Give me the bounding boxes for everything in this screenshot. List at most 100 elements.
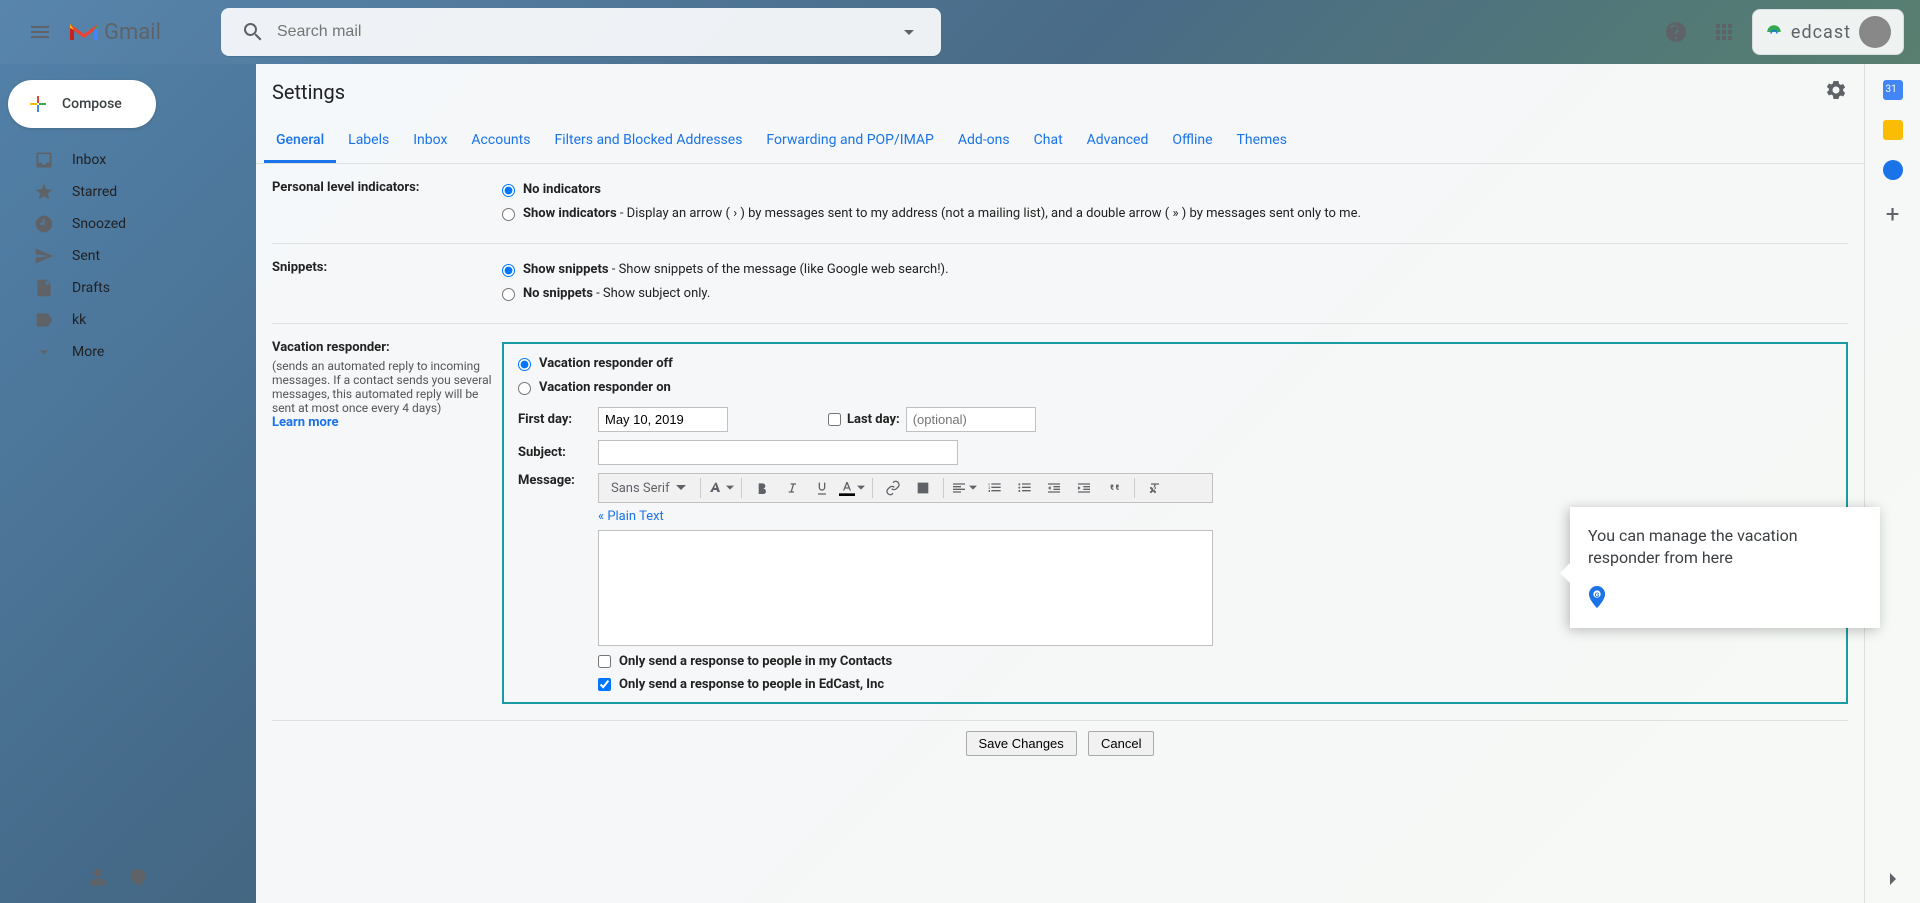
user-avatar[interactable] <box>1859 16 1891 48</box>
search-options-dropdown-icon[interactable] <box>897 20 921 44</box>
radio-description: - Display an arrow ( › ) by messages sen… <box>617 206 1361 221</box>
learn-more-link[interactable]: Learn more <box>272 415 502 430</box>
org-only-label: Only send a response to people in EdCast… <box>619 677 884 692</box>
hide-panel-button[interactable] <box>1881 867 1905 891</box>
text-color-button[interactable] <box>838 476 866 500</box>
radio-label: Vacation responder on <box>539 380 671 395</box>
tab-labels[interactable]: Labels <box>336 120 401 163</box>
calendar-addon-button[interactable] <box>1883 80 1903 100</box>
side-panel: + <box>1864 64 1920 903</box>
settings-tabs: General Labels Inbox Accounts Filters an… <box>256 120 1864 164</box>
clock-icon <box>34 214 54 234</box>
search-icon <box>241 20 265 44</box>
hangouts-icon[interactable] <box>128 867 148 887</box>
main-menu-button[interactable] <box>16 8 64 56</box>
tab-advanced[interactable]: Advanced <box>1075 120 1161 163</box>
sidebar-item-starred[interactable]: Starred <box>8 176 248 208</box>
sidebar-item-sent[interactable]: Sent <box>8 240 248 272</box>
person-icon[interactable] <box>88 867 108 887</box>
tab-chat[interactable]: Chat <box>1022 120 1075 163</box>
contacts-only-checkbox[interactable] <box>598 655 611 668</box>
radio-label: Vacation responder off <box>539 356 673 371</box>
settings-column: Settings General Labels Inbox Accounts F… <box>256 64 1864 903</box>
font-size-button[interactable] <box>707 476 735 500</box>
italic-button[interactable] <box>778 476 806 500</box>
tab-forwarding[interactable]: Forwarding and POP/IMAP <box>754 120 945 163</box>
radio-no-indicators[interactable] <box>502 184 515 197</box>
font-family-dropdown[interactable]: Sans Serif <box>603 481 694 496</box>
sidebar-item-inbox[interactable]: Inbox <box>8 144 248 176</box>
save-changes-button[interactable]: Save Changes <box>966 731 1077 756</box>
last-day-label: Last day: <box>847 412 900 427</box>
google-apps-button[interactable] <box>1704 12 1744 52</box>
gmail-m-icon <box>68 20 100 44</box>
tab-offline[interactable]: Offline <box>1160 120 1224 163</box>
numbered-list-button[interactable] <box>980 476 1008 500</box>
org-only-checkbox[interactable] <box>598 678 611 691</box>
sidebar-item-drafts[interactable]: Drafts <box>8 272 248 304</box>
bullet-list-button[interactable] <box>1010 476 1038 500</box>
search-box[interactable] <box>221 8 941 56</box>
first-day-input[interactable] <box>598 407 728 432</box>
help-icon <box>1664 20 1688 44</box>
support-button[interactable] <box>1656 12 1696 52</box>
link-icon <box>885 480 901 496</box>
sidebar-label: Inbox <box>72 152 106 168</box>
brand-box[interactable]: edcast <box>1752 9 1904 55</box>
text-size-icon <box>708 480 724 496</box>
compose-label: Compose <box>62 96 122 112</box>
radio-vacation-off[interactable] <box>518 358 531 371</box>
indent-less-icon <box>1046 480 1062 496</box>
page-title: Settings <box>272 80 345 104</box>
tasks-addon-button[interactable] <box>1883 160 1903 180</box>
tab-general[interactable]: General <box>264 120 336 163</box>
brand-text: edcast <box>1791 22 1851 43</box>
radio-vacation-on[interactable] <box>518 382 531 395</box>
subject-input[interactable] <box>598 440 958 465</box>
sidebar-item-kk[interactable]: kk <box>8 304 248 336</box>
text-color-icon <box>839 480 855 496</box>
sidebar-label: Snoozed <box>72 216 126 232</box>
align-button[interactable] <box>950 476 978 500</box>
tab-filters[interactable]: Filters and Blocked Addresses <box>542 120 754 163</box>
image-button[interactable] <box>909 476 937 500</box>
compose-button[interactable]: Compose <box>8 80 156 128</box>
brand-wifi-icon <box>1765 23 1783 41</box>
remove-formatting-button[interactable] <box>1141 476 1169 500</box>
radio-show-indicators[interactable] <box>502 208 515 221</box>
keep-addon-button[interactable] <box>1883 120 1903 140</box>
radio-no-snippets[interactable] <box>502 288 515 301</box>
last-day-checkbox[interactable] <box>828 413 841 426</box>
last-day-input[interactable] <box>906 407 1036 432</box>
setting-content: No indicators Show indicators - Display … <box>502 180 1848 227</box>
setting-personal-level: Personal level indicators: No indicators… <box>272 164 1848 244</box>
indent-less-button[interactable] <box>1040 476 1068 500</box>
tab-inbox[interactable]: Inbox <box>401 120 459 163</box>
main-area: Compose Inbox Starred Snoozed Sent Draft… <box>0 64 1920 903</box>
chevron-down-icon <box>34 342 54 362</box>
cancel-button[interactable]: Cancel <box>1088 731 1154 756</box>
tooltip-text: You can manage the vacation responder fr… <box>1588 525 1856 570</box>
quote-button[interactable] <box>1100 476 1128 500</box>
radio-label: Show snippets <box>523 262 609 277</box>
indent-more-button[interactable] <box>1070 476 1098 500</box>
sidebar-footer <box>8 863 248 895</box>
sidebar-item-more[interactable]: More <box>8 336 248 368</box>
tab-addons[interactable]: Add-ons <box>946 120 1022 163</box>
tab-themes[interactable]: Themes <box>1225 120 1299 163</box>
underline-button[interactable] <box>808 476 836 500</box>
sidebar-item-snoozed[interactable]: Snoozed <box>8 208 248 240</box>
setting-label-col: Vacation responder: (sends an automated … <box>272 340 502 704</box>
underline-icon <box>814 480 830 496</box>
plain-text-link[interactable]: « Plain Text <box>598 509 664 524</box>
tab-accounts[interactable]: Accounts <box>459 120 542 163</box>
message-textarea[interactable] <box>598 530 1213 646</box>
settings-gear-button[interactable] <box>1824 78 1848 106</box>
svg-text:G: G <box>1595 591 1600 599</box>
gmail-logo[interactable]: Gmail <box>68 20 161 45</box>
search-input[interactable] <box>277 23 885 41</box>
bold-button[interactable] <box>748 476 776 500</box>
get-addons-button[interactable]: + <box>1886 200 1900 228</box>
radio-show-snippets[interactable] <box>502 264 515 277</box>
link-button[interactable] <box>879 476 907 500</box>
